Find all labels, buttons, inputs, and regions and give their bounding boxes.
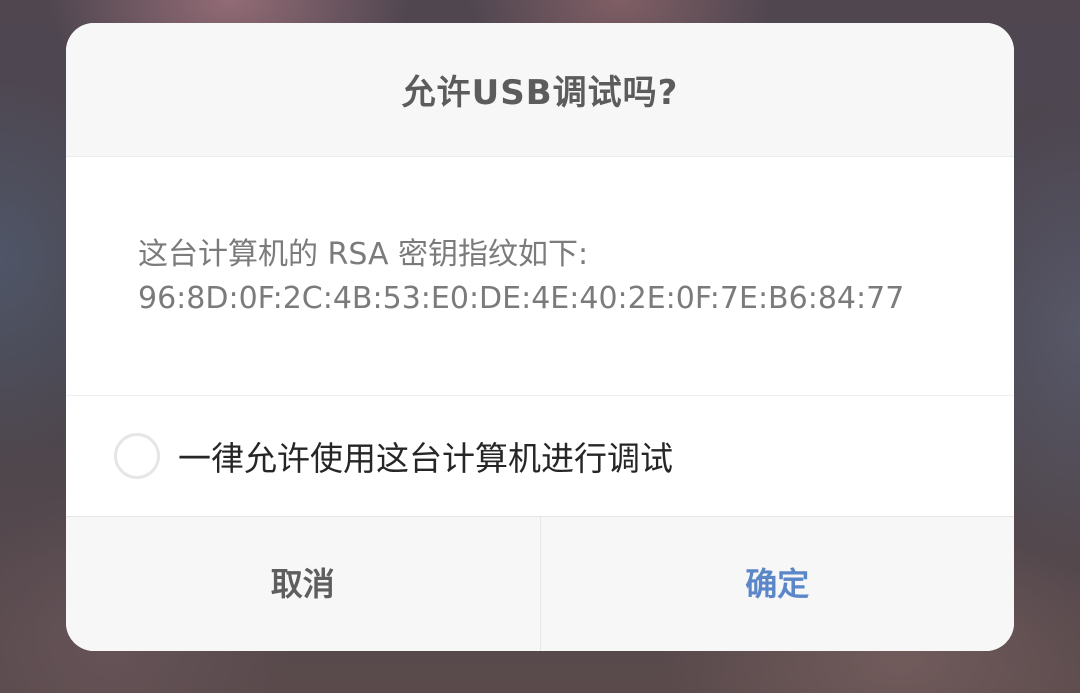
always-allow-label: 一律允许使用这台计算机进行调试: [178, 439, 673, 478]
confirm-button[interactable]: 确定: [541, 517, 1015, 651]
divider: [66, 395, 1014, 396]
dialog-title: 允许USB调试吗?: [401, 73, 679, 113]
cancel-button[interactable]: 取消: [66, 517, 540, 651]
dialog-message: 这台计算机的 RSA 密钥指纹如下: 96:8D:0F:2C:4B:53:E0:…: [138, 233, 958, 321]
rsa-fingerprint-intro: 这台计算机的 RSA 密钥指纹如下:: [138, 237, 589, 272]
dialog-button-bar: 取消 确定: [66, 516, 1014, 651]
dialog-header: 允许USB调试吗?: [66, 23, 1014, 157]
usb-debugging-dialog: 允许USB调试吗? 这台计算机的 RSA 密钥指纹如下: 96:8D:0F:2C…: [66, 23, 1014, 651]
always-allow-checkbox[interactable]: [114, 433, 160, 479]
always-allow-option[interactable]: 一律允许使用这台计算机进行调试: [114, 426, 673, 486]
rsa-fingerprint-value: 96:8D:0F:2C:4B:53:E0:DE:4E:40:2E:0F:7E:B…: [138, 281, 905, 316]
